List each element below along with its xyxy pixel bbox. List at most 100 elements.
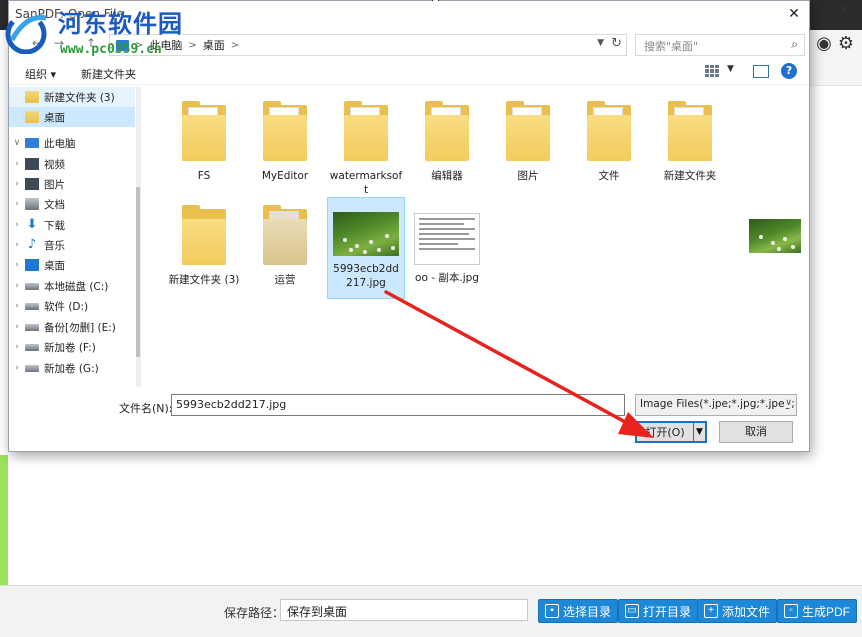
chevron-right-icon[interactable]: ›	[9, 179, 25, 189]
file-item-myeditor[interactable]: MyEditor	[246, 95, 324, 183]
file-name: 编辑器	[431, 170, 463, 182]
nav-item-desktop[interactable]: 桌面	[9, 107, 135, 127]
file-item-pictures[interactable]: 图片	[489, 95, 567, 183]
nav-item-downloads[interactable]: › ⬇ 下载	[9, 215, 135, 235]
filename-label: 文件名(N):	[119, 402, 173, 415]
nav-item-label: 新加卷 (G:)	[44, 362, 99, 375]
generate-pdf-button[interactable]: ▫ 生成PDF	[777, 599, 858, 623]
file-item-editor[interactable]: 编辑器	[408, 95, 486, 183]
nav-scrollbar[interactable]	[136, 87, 140, 387]
refresh-icon[interactable]: ↻	[611, 36, 622, 51]
nav-item-this-pc[interactable]: ∨ 此电脑	[9, 133, 135, 153]
file-item-selected-jpg[interactable]: 5993ecb2dd217.jpg	[327, 197, 405, 299]
chevron-right-icon[interactable]: ›	[9, 281, 25, 291]
folder-icon	[182, 205, 226, 267]
chevron-right-icon[interactable]: ›	[9, 220, 25, 230]
nav-item-pictures[interactable]: › 图片	[9, 174, 135, 194]
file-name: 新建文件夹	[663, 170, 717, 182]
file-item-oo-copy-jpg[interactable]: oo - 副本.jpg	[408, 199, 486, 285]
folder-icon	[344, 101, 388, 163]
chevron-right-icon[interactable]: ›	[9, 301, 25, 311]
folder-icon	[25, 111, 39, 123]
close-icon[interactable]: ✕	[785, 5, 803, 23]
nav-item-drive-f[interactable]: › 新加卷 (F:)	[9, 337, 135, 357]
user-icon[interactable]: ◉	[814, 34, 834, 54]
nav-item-drive-c[interactable]: › 本地磁盘 (C:)	[9, 276, 135, 296]
choose-directory-label: 选择目录	[563, 604, 612, 619]
new-folder-button[interactable]: 新建文件夹	[81, 66, 136, 82]
open-file-dialog: SanPDF: Open File ✕ ← → ↑ > 此电脑 > 桌面 > ▼…	[8, 0, 810, 452]
nav-item-drive-d[interactable]: › 软件 (D:)	[9, 296, 135, 316]
file-type-select[interactable]: Image Files(*.jpe;*.jpg;*.jpeg; ∨	[635, 394, 797, 416]
drive-icon	[25, 364, 39, 372]
preview-pane-icon[interactable]	[753, 65, 769, 78]
file-item-files[interactable]: 文件	[570, 95, 648, 183]
open-directory-button[interactable]: ▭ 打开目录	[618, 599, 699, 623]
nav-item-desktop-2[interactable]: › 桌面	[9, 255, 135, 275]
nav-item-drive-e[interactable]: › 备份[勿删] (E:)	[9, 317, 135, 337]
open-directory-label: 打开目录	[643, 604, 692, 619]
organize-menu[interactable]: 组织 ▾	[25, 66, 56, 82]
file-item-fs[interactable]: FS	[165, 95, 243, 183]
address-bar[interactable]: > 此电脑 > 桌面 > ▼ ↻	[109, 34, 627, 56]
close-icon[interactable]: ✕	[836, 3, 852, 19]
save-path-input[interactable]: 保存到桌面	[280, 599, 528, 621]
file-item-new-folder-3[interactable]: 新建文件夹 (3)	[165, 199, 243, 287]
file-item-operations[interactable]: 运营	[246, 199, 324, 287]
cancel-button[interactable]: 取消	[719, 421, 793, 443]
chevron-right-icon[interactable]: ›	[9, 159, 25, 169]
navigation-pane: 新建文件夹 (3) 桌面 ∨ 此电脑 › 视频 › 图片 › 文档 › ⬇ 下载 …	[9, 87, 141, 387]
chevron-down-icon[interactable]: ▼	[693, 423, 705, 441]
nav-scrollbar-thumb[interactable]	[136, 187, 140, 357]
chevron-right-icon[interactable]: ›	[9, 342, 25, 352]
file-name: oo - 副本.jpg	[415, 272, 479, 284]
preview-image	[749, 219, 801, 253]
app-toolbar-right: ◉ ⚙	[810, 30, 862, 86]
nav-item-label: 此电脑	[44, 137, 76, 150]
folder-icon	[182, 101, 226, 163]
breadcrumb-desktop[interactable]: 桌面	[203, 37, 225, 53]
nav-item-documents[interactable]: › 文档	[9, 194, 135, 214]
chevron-right-icon[interactable]: ›	[9, 322, 25, 332]
chevron-right-icon[interactable]: ›	[9, 363, 25, 373]
file-name: 文件	[598, 170, 620, 182]
app-side-accent	[0, 455, 8, 585]
file-name: 新建文件夹 (3)	[168, 274, 240, 286]
chevron-down-icon[interactable]: ∨	[9, 138, 25, 148]
add-file-button[interactable]: + 添加文件	[697, 599, 778, 623]
nav-item-label: 下载	[44, 219, 65, 232]
choose-directory-button[interactable]: ▪ 选择目录	[538, 599, 619, 623]
chevron-down-icon[interactable]: ▼	[727, 64, 734, 74]
view-mode-icon[interactable]	[705, 65, 719, 77]
chevron-down-icon[interactable]: ▼	[597, 38, 604, 48]
computer-icon	[25, 138, 39, 148]
gear-icon[interactable]: ⚙	[836, 34, 856, 54]
minimize-icon[interactable]: —	[816, 3, 832, 19]
file-item-watermarksoft[interactable]: watermarksoft	[327, 95, 405, 197]
desktop-icon	[25, 259, 39, 271]
folder-icon	[263, 205, 307, 267]
plus-icon: +	[704, 604, 718, 618]
nav-item-videos[interactable]: › 视频	[9, 154, 135, 174]
search-input[interactable]: 搜索"桌面" ⌕	[635, 34, 805, 56]
drive-icon	[25, 323, 39, 331]
open-button[interactable]: 打开(O) ▼	[635, 421, 707, 443]
file-name: 运营	[274, 274, 296, 286]
drive-icon	[25, 302, 39, 310]
chevron-right-icon[interactable]: ›	[9, 199, 25, 209]
folder-icon	[506, 101, 550, 163]
save-path-label: 保存路径：	[224, 606, 285, 620]
filename-input[interactable]: 5993ecb2dd217.jpg	[171, 394, 625, 416]
search-icon[interactable]: ⌕	[791, 37, 798, 52]
chevron-right-icon[interactable]: ›	[9, 260, 25, 270]
nav-item-new-folder-3[interactable]: 新建文件夹 (3)	[9, 87, 135, 107]
file-item-new-folder[interactable]: 新建文件夹	[651, 95, 729, 183]
file-name: FS	[197, 170, 211, 182]
search-placeholder: 搜索"桌面"	[644, 40, 699, 53]
chevron-right-icon[interactable]: ›	[9, 240, 25, 250]
nav-item-drive-g[interactable]: › 新加卷 (G:)	[9, 358, 135, 378]
nav-item-label: 桌面	[44, 111, 65, 124]
help-icon[interactable]: ?	[781, 63, 797, 79]
dialog-toolbar: 组织 ▾ 新建文件夹 ▼ ?	[9, 59, 809, 85]
nav-item-music[interactable]: › ♪ 音乐	[9, 235, 135, 255]
